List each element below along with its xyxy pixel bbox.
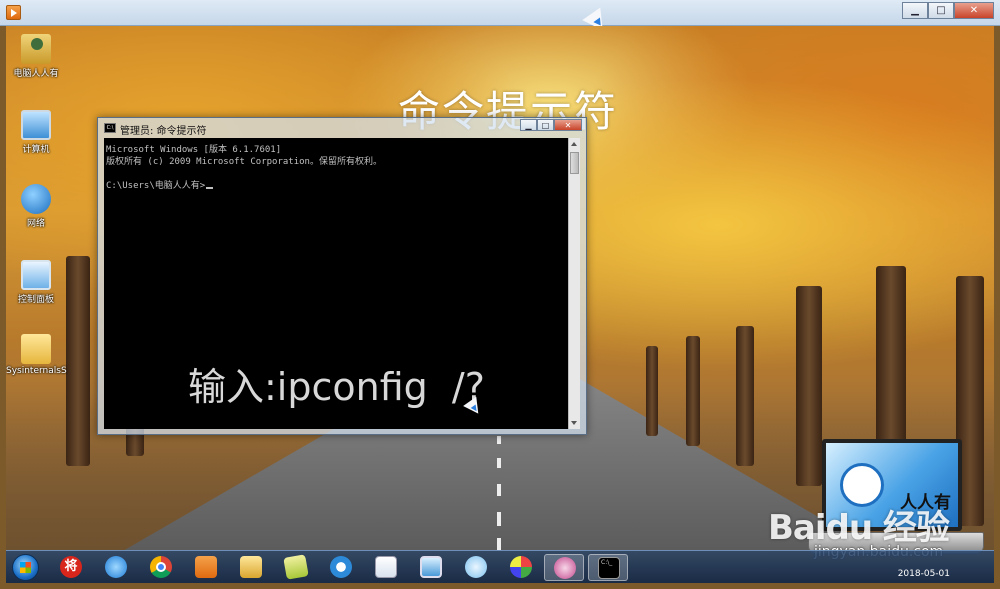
taskbar-item-document[interactable] — [366, 554, 406, 581]
media-player-icon — [195, 556, 217, 578]
tree-trunk — [646, 346, 658, 436]
outer-window-controls: ▁ □ ✕ — [902, 2, 994, 19]
taskbar-item-explorer[interactable] — [231, 554, 271, 581]
command-prompt-window[interactable]: C:\ 管理员: 命令提示符 ▁ □ ✕ Microsoft Windows [… — [97, 117, 587, 435]
cmd-window-title: 管理员: 命令提示符 — [120, 126, 207, 137]
cmd-prompt-line: C:\Users\电脑人人有> — [106, 178, 214, 191]
desktop-icon-label: 电脑人人有 — [13, 69, 59, 79]
road-lane-mark — [497, 484, 501, 496]
start-button[interactable] — [12, 554, 39, 581]
cmd-window-controls: ▁ □ ✕ — [520, 119, 582, 131]
command-prompt-icon: C:\ — [104, 123, 116, 133]
internet-explorer-icon — [105, 556, 127, 578]
road-lane-mark — [497, 538, 501, 550]
taskbar-clock-date[interactable]: 2018-05-01 — [898, 569, 950, 579]
desktop-icon-control-panel[interactable]: 控制面板 — [6, 260, 66, 305]
cmd-scrollbar[interactable] — [568, 138, 580, 429]
taskbar-item-avatar-app[interactable] — [544, 554, 584, 581]
folder-icon — [21, 334, 51, 364]
desktop-icon-label: 计算机 — [22, 145, 50, 155]
taskbar: 将 C:\_ 2018-05-01 — [6, 550, 994, 583]
outer-minimize-button[interactable]: ▁ — [902, 2, 928, 19]
taskbar-item-media-player[interactable] — [186, 554, 226, 581]
scroll-down-arrow-icon[interactable] — [571, 421, 577, 425]
tree-trunk — [66, 256, 90, 466]
taskbar-item-qq-browser[interactable] — [321, 554, 361, 581]
cmd-console-area[interactable]: Microsoft Windows [版本 6.1.7601] 版权所有 (c)… — [104, 138, 570, 429]
desktop-icon-label: 控制面板 — [17, 295, 54, 305]
taskbar-item-ie[interactable] — [96, 554, 136, 581]
overlay-instruction: 输入:ipconfig /? — [188, 365, 485, 409]
cmd-output-line: 版权所有 (c) 2009 Microsoft Corporation。保留所有… — [106, 157, 382, 167]
command-prompt-icon: C:\_ — [598, 557, 620, 579]
taskbar-item-remote-desktop[interactable] — [411, 554, 451, 581]
road-lane-mark — [497, 436, 501, 444]
cmd-titlebar[interactable]: C:\ 管理员: 命令提示符 ▁ □ ✕ — [98, 118, 586, 138]
outer-titlebar: ▁ □ ✕ — [0, 0, 1000, 26]
chrome-icon — [150, 556, 172, 578]
tree-trunk — [686, 336, 700, 446]
cmd-maximize-button[interactable]: □ — [537, 119, 554, 131]
scroll-up-arrow-icon[interactable] — [571, 142, 577, 146]
outer-close-button[interactable]: ✕ — [954, 2, 994, 19]
cmd-prompt-text: C:\Users\电脑人人有> — [106, 181, 206, 191]
paint-icon — [510, 556, 532, 578]
avatar-app-icon — [554, 557, 576, 579]
scroll-thumb[interactable] — [570, 152, 579, 174]
user-folder-icon — [21, 34, 51, 64]
cmd-close-button[interactable]: ✕ — [554, 119, 582, 131]
taskbar-item-notes[interactable] — [276, 554, 316, 581]
road-lane-mark — [497, 458, 501, 468]
network-icon — [21, 184, 51, 214]
file-explorer-icon — [240, 556, 262, 578]
taskbar-item-star-app[interactable] — [456, 554, 496, 581]
desktop-icon-user[interactable]: 电脑人人有 — [6, 34, 66, 79]
road-lane-mark — [497, 512, 501, 526]
taskbar-item-jiang[interactable]: 将 — [51, 554, 91, 581]
sticky-notes-icon — [283, 554, 309, 580]
desktop-icon-label: SysinternalsS — [6, 366, 67, 376]
computer-icon — [21, 110, 51, 140]
desktop-icon-computer[interactable]: 计算机 — [6, 110, 66, 155]
desktop-icon-sysinternals[interactable]: SysinternalsS — [6, 334, 67, 376]
taskbar-item-chrome[interactable] — [141, 554, 181, 581]
star-app-icon — [465, 556, 487, 578]
cmd-minimize-button[interactable]: ▁ — [520, 119, 537, 131]
remote-desktop-icon — [420, 556, 442, 578]
control-panel-icon — [21, 260, 51, 290]
document-icon — [375, 556, 397, 578]
player-app-icon — [6, 5, 21, 20]
baidu-watermark: Baidu 经验 — [768, 508, 950, 548]
desktop-icon-label: 网络 — [26, 219, 45, 229]
desktop-icon-network[interactable]: 网络 — [6, 184, 66, 229]
outer-maximize-button[interactable]: □ — [928, 2, 954, 19]
qq-browser-icon — [330, 556, 352, 578]
tree-trunk — [736, 326, 754, 466]
jiang-icon: 将 — [60, 556, 82, 578]
text-cursor — [206, 187, 214, 189]
taskbar-item-paint[interactable] — [501, 554, 541, 581]
taskbar-item-command-prompt[interactable]: C:\_ — [588, 554, 628, 581]
